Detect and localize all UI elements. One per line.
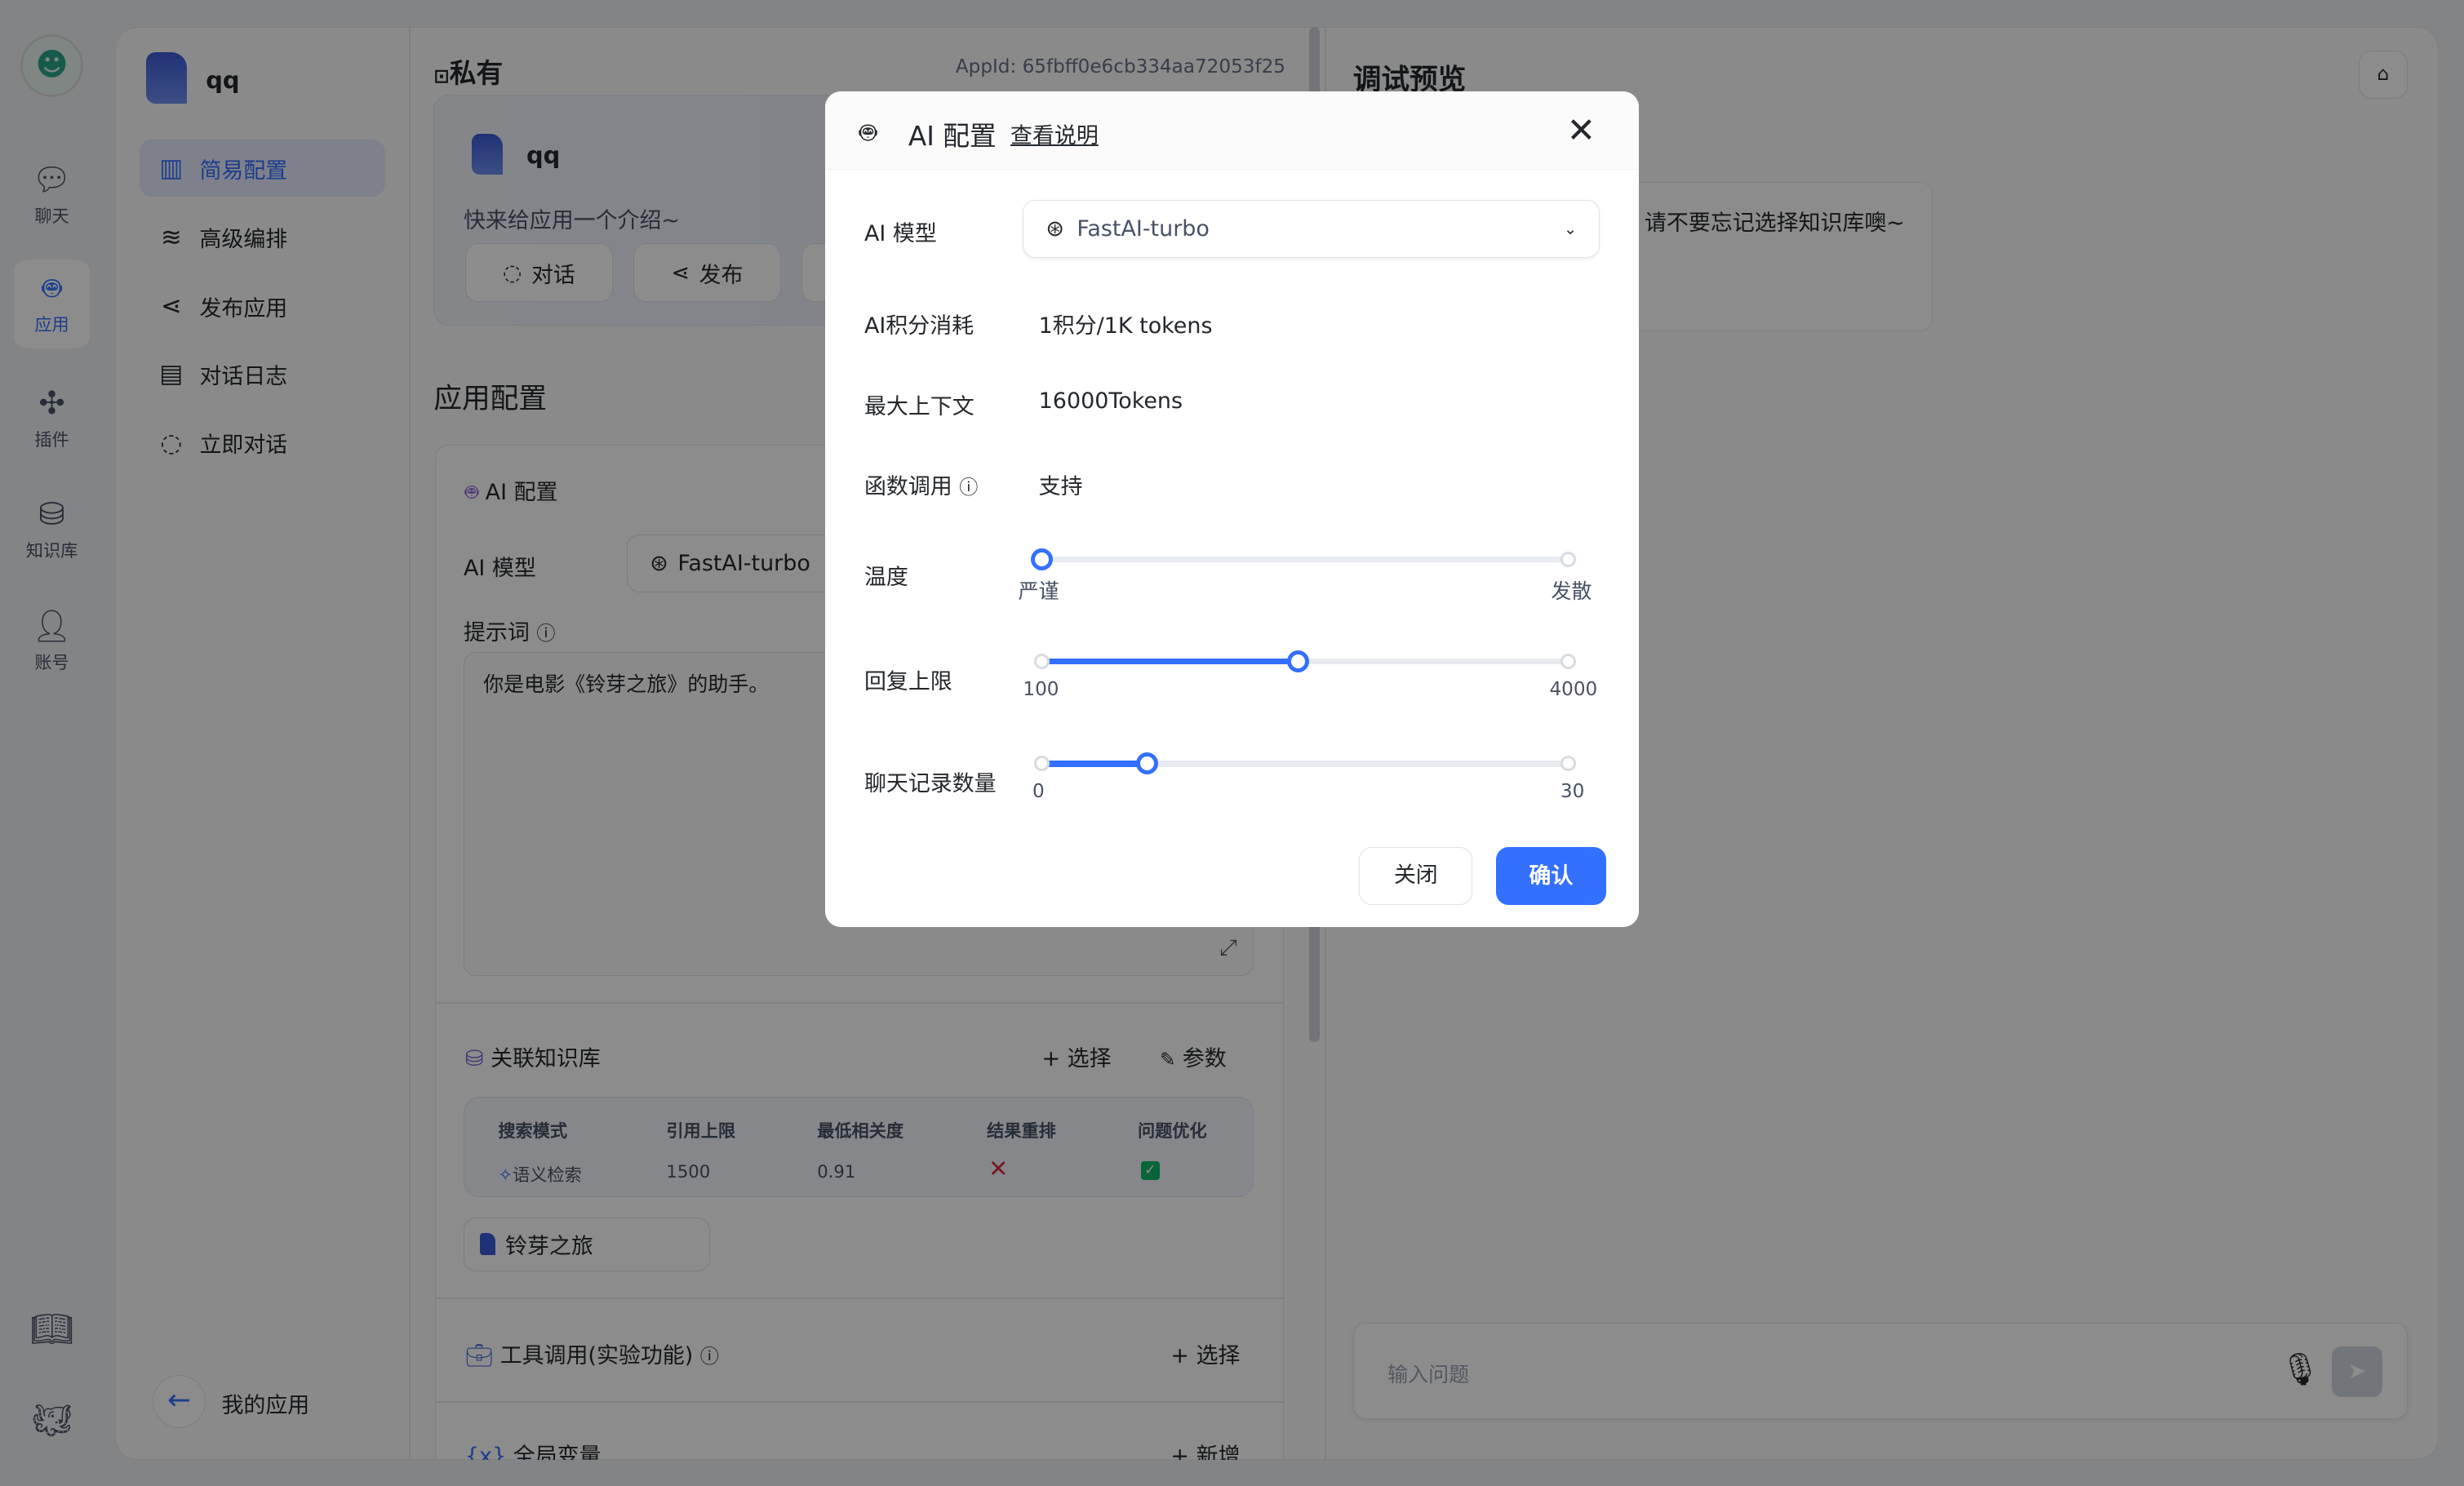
max-tokens-min-label: 100 <box>1023 678 1059 700</box>
slider-thumb[interactable] <box>1031 548 1054 570</box>
points-label: AI积分消耗 <box>864 313 975 339</box>
slider-max-dot <box>1560 551 1577 568</box>
temperature-label: 温度 <box>864 565 908 591</box>
slider-fill <box>1041 760 1148 767</box>
temperature-max-label: 发散 <box>1551 579 1592 603</box>
slider-fill <box>1041 658 1299 665</box>
slider-thumb[interactable] <box>1287 650 1310 673</box>
chevron-down-icon: ⌄ <box>1563 219 1578 238</box>
context-value: 16000Tokens <box>1038 388 1183 414</box>
function-value: 支持 <box>1038 473 1083 499</box>
openai-icon: ⊛ <box>1046 215 1064 242</box>
slider-min-dot <box>1033 653 1050 670</box>
temperature-min-label: 严谨 <box>1018 579 1059 603</box>
history-slider[interactable] <box>1033 752 1577 775</box>
points-value: 1积分/1K tokens <box>1038 313 1213 339</box>
function-label: 函数调用 ⓘ <box>864 473 979 499</box>
slider-thumb[interactable] <box>1136 752 1158 775</box>
model-label: AI 模型 <box>864 220 937 246</box>
temperature-slider[interactable] <box>1031 548 1577 570</box>
robot-icon: 🤖︎ <box>859 116 877 149</box>
help-icon[interactable]: ⓘ <box>959 477 978 499</box>
slider-min-dot <box>1033 756 1050 772</box>
model-select[interactable]: ⊛ FastAI-turbo ⌄ <box>1023 199 1600 258</box>
max-tokens-slider[interactable] <box>1033 650 1577 673</box>
slider-max-dot <box>1560 653 1577 670</box>
history-label: 聊天记录数量 <box>864 770 997 796</box>
ai-config-modal: 🤖︎ AI 配置 查看说明 ✕ AI 模型 ⊛ FastAI-turbo ⌄ AI积… <box>824 91 1640 927</box>
context-label: 最大上下文 <box>864 393 975 419</box>
help-link[interactable]: 查看说明 <box>1010 118 1099 149</box>
confirm-button[interactable]: 确认 <box>1495 846 1606 906</box>
history-max-label: 30 <box>1560 780 1585 802</box>
close-icon[interactable]: ✕ <box>1567 110 1596 150</box>
history-min-label: 0 <box>1032 780 1045 802</box>
close-button[interactable]: 关闭 <box>1359 846 1473 906</box>
modal-title: AI 配置 <box>908 120 997 152</box>
slider-max-dot <box>1560 756 1577 772</box>
max-tokens-max-label: 4000 <box>1549 678 1598 700</box>
max-tokens-label: 回复上限 <box>864 668 952 694</box>
